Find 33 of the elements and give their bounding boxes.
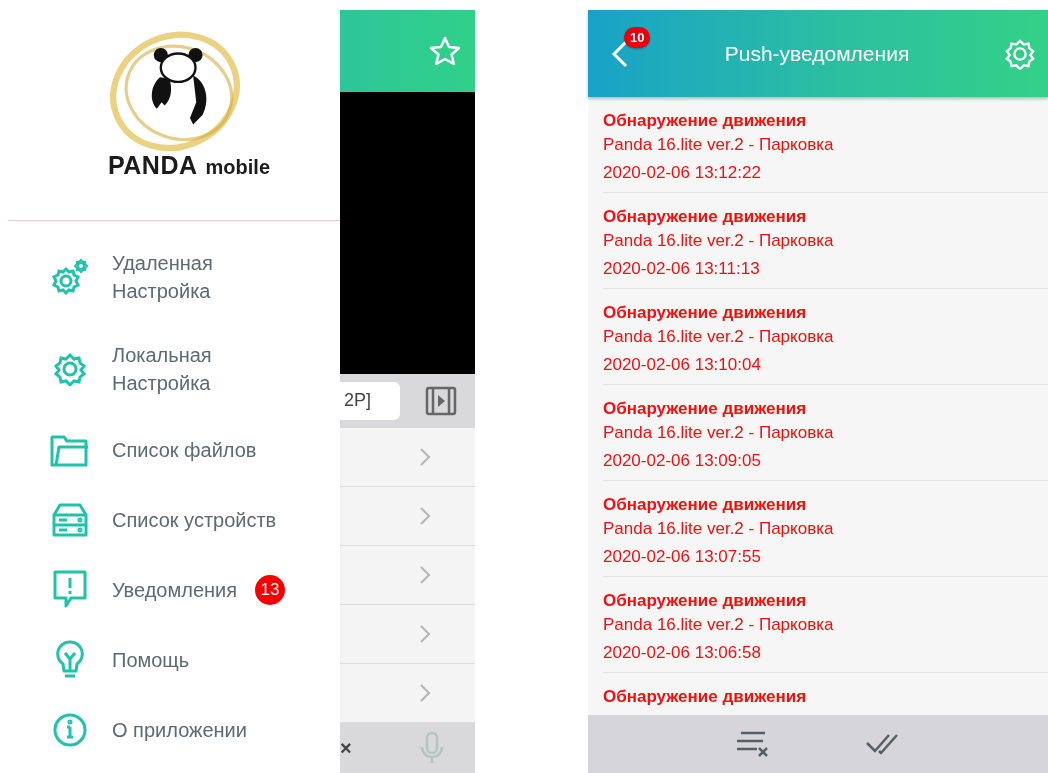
notification-title: Обнаружение движения [603, 687, 808, 707]
count-badge: 10 [624, 26, 651, 48]
notification-title: Обнаружение движения [603, 495, 808, 515]
menu-item[interactable]: Локальная Настройка [112, 341, 212, 397]
menu-item[interactable]: Уведомления [112, 576, 238, 604]
close-symbol[interactable]: × [340, 736, 352, 760]
device-name: Panda 16.lite ver.2 - Парковка [603, 614, 835, 636]
notification-title: Обнаружение движения [603, 207, 808, 227]
notification-title: Обнаружение движения [603, 111, 808, 131]
count-badge: 13 [255, 575, 286, 605]
notification-title: Обнаружение движения [603, 591, 808, 611]
menu-item[interactable]: Список устройств [112, 506, 277, 534]
menu-item[interactable]: Помощь [112, 646, 190, 674]
notification-title: Обнаружение движения [603, 303, 808, 323]
device-name: Panda 16.lite ver.2 - Парковка [603, 134, 835, 156]
menu-item[interactable]: Удаленная Настройка [112, 249, 213, 305]
notification-time: 2020-02-06 13:11:13 [603, 258, 761, 280]
brand-name: PANDA [108, 151, 198, 180]
device-name: Panda 16.lite ver.2 - Парковка [603, 230, 835, 252]
notification-time: 2020-02-06 13:09:05 [603, 450, 762, 472]
input-field[interactable]: 2P] [340, 381, 400, 420]
screen-title: Push-уведомления [724, 41, 910, 66]
notification-time: 2020-02-06 13:10:04 [603, 354, 762, 376]
device-name: Panda 16.lite ver.2 - Парковка [603, 422, 835, 444]
brand-suffix: mobile [205, 156, 270, 179]
notification-time: 2020-02-06 13:07:55 [603, 546, 762, 568]
menu-item[interactable]: О приложении [112, 716, 247, 744]
device-name: Panda 16.lite ver.2 - Парковка [603, 326, 835, 348]
menu-item[interactable]: Список файлов [112, 436, 257, 464]
device-name: Panda 16.lite ver.2 - Парковка [603, 518, 835, 540]
notification-time: 2020-02-06 13:12:22 [603, 162, 762, 184]
notification-title: Обнаружение движения [603, 399, 808, 419]
notification-time: 2020-02-06 13:06:58 [603, 642, 762, 664]
